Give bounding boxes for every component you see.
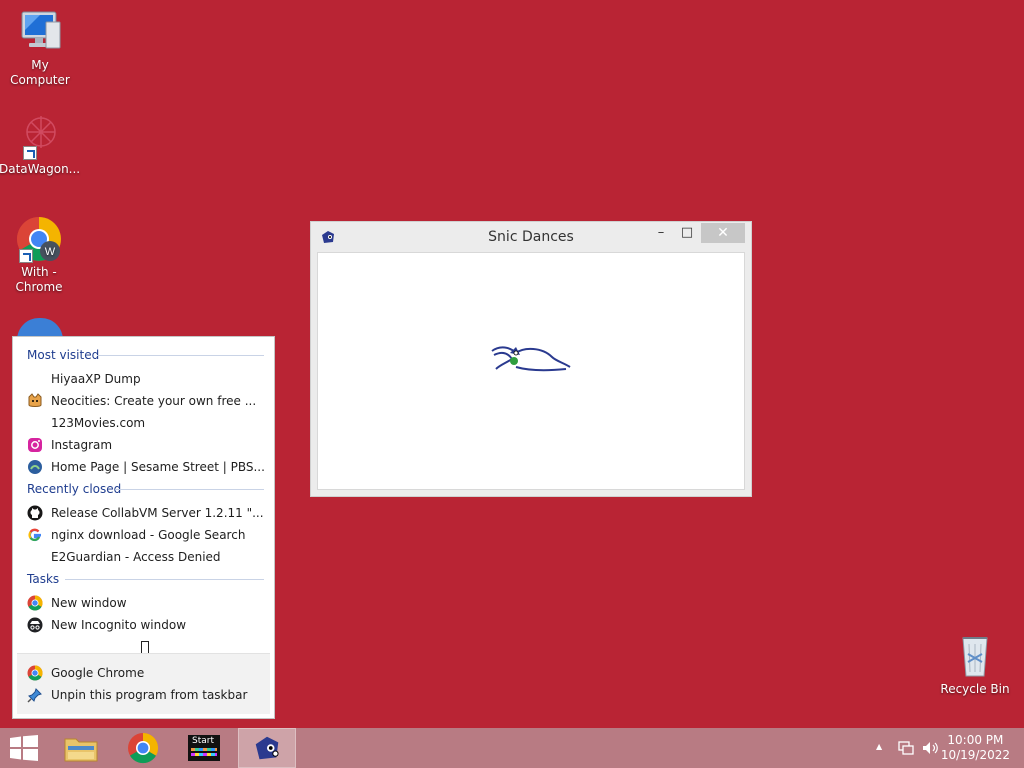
sonic-app-icon [255,736,279,760]
desktop-icon-label: DataWagon... [0,162,81,176]
jump-item-collabvm-release[interactable]: Release CollabVM Server 1.2.11 "... [27,502,264,524]
window-content [317,252,745,490]
desktop-icon-label: Chrome [15,280,63,294]
desktop-icon-my-computer[interactable]: My Computer [0,8,80,88]
svg-text:W: W [45,246,56,258]
jump-item-hiyaaxp[interactable]: HiyaaXP Dump [27,368,264,390]
jump-item-instagram[interactable]: Instagram [27,434,264,456]
volume-icon[interactable] [922,740,940,756]
chrome-jump-list: Most visited HiyaaXP Dump Neocities: Cre… [12,336,275,719]
start-button[interactable] [0,728,48,768]
close-button[interactable]: ✕ [701,223,745,243]
incognito-icon [27,617,43,633]
jump-item-neocities[interactable]: Neocities: Create your own free ... [27,390,264,412]
windows-logo-icon [10,735,38,761]
jump-item-unpin[interactable]: Unpin this program from taskbar [27,684,260,706]
google-icon [27,527,43,543]
blank-icon [27,415,43,431]
jump-item-e2guardian[interactable]: E2Guardian - Access Denied [27,546,264,568]
tray-expand-button[interactable]: ▲ [876,742,882,751]
chrome-icon [128,732,159,764]
taskbar: Start ▲ 10:00 PM 10/19/2022 [0,728,1024,768]
github-icon [27,505,43,521]
clock-time: 10:00 PM [947,733,1004,747]
pbs-icon [27,459,43,475]
chrome-icon [27,665,43,681]
jump-item-nginx-search[interactable]: nginx download - Google Search [27,524,264,546]
jump-item-google-chrome[interactable]: Google Chrome [27,662,260,684]
desktop-icon-datawagon[interactable]: DataWagon... [0,112,81,177]
snic-dances-window[interactable]: Snic Dances – □ ✕ [310,221,752,497]
recycle-bin-icon [951,632,999,680]
start-app-icon: Start [188,735,220,761]
chrome-icon [27,595,43,611]
jump-item-123movies[interactable]: 123Movies.com [27,412,264,434]
jump-item-new-incognito[interactable]: New Incognito window [27,614,264,636]
shortcut-arrow-icon [23,146,37,160]
taskbar-snic-dances[interactable] [238,728,296,768]
chrome-profile-icon: W [15,215,63,263]
blank-icon [27,371,43,387]
shortcut-arrow-icon [19,249,33,263]
sonic-dancing-drawing [491,346,571,372]
desktop-icon-label: Recycle Bin [940,682,1010,696]
jump-list-footer: Google Chrome Unpin this program from ta… [17,653,270,714]
desktop-icon-label: My Computer [10,58,70,87]
network-icon[interactable] [898,740,914,756]
blank-icon [27,549,43,565]
taskbar-chrome[interactable] [115,728,171,768]
jump-item-sesame-street[interactable]: Home Page | Sesame Street | PBS... [27,456,264,478]
recently-closed-header: Recently closed [27,480,264,498]
desktop-icon-with-chrome[interactable]: W With - Chrome [0,215,79,295]
most-visited-header: Most visited [27,346,264,364]
unpin-icon [27,687,43,703]
system-tray: ▲ [872,728,948,768]
desktop-icon-recycle-bin[interactable]: Recycle Bin [935,632,1015,697]
jump-item-new-window[interactable]: New window [27,592,264,614]
taskbar-file-explorer[interactable] [53,728,109,768]
desktop-icon-label: With - [21,265,57,279]
clock-date: 10/19/2022 [940,748,1010,762]
minimize-button[interactable]: – [647,223,675,243]
taskbar-start-app[interactable]: Start [176,728,232,768]
tasks-header: Tasks [27,570,264,588]
folder-icon [64,738,98,762]
computer-icon [16,8,64,56]
datawagon-icon [15,112,63,160]
taskbar-clock[interactable]: 10:00 PM 10/19/2022 [941,733,1010,763]
maximize-button[interactable]: □ [673,223,701,243]
instagram-icon [27,437,43,453]
cat-icon [27,393,43,409]
